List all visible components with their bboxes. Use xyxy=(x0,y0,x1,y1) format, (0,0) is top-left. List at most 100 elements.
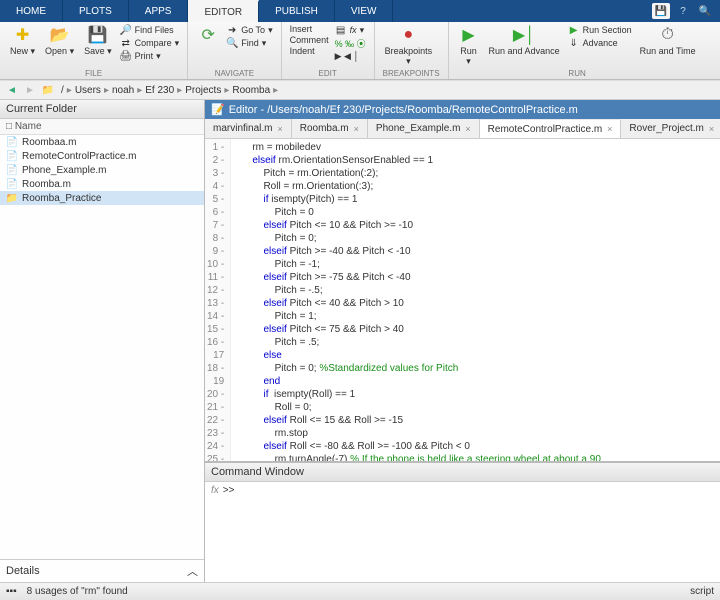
fx-icon: fx xyxy=(211,485,219,496)
main-tab-home[interactable]: HOME xyxy=(0,0,63,22)
main-tab-view[interactable]: VIEW xyxy=(335,0,394,22)
save-quick-icon[interactable]: 💾 xyxy=(652,3,670,19)
command-window: Command Window fx>> xyxy=(205,461,720,582)
main-tab-editor[interactable]: EDITOR xyxy=(188,0,259,22)
save-button[interactable]: 💾Save ▾ xyxy=(82,24,114,57)
current-folder-pane: Current Folder □ Name 📄 Roombaa.m 📄 RemoteC… xyxy=(0,100,205,582)
comment-button[interactable]: Comment xyxy=(290,35,329,45)
new-button[interactable]: ✚New ▾ xyxy=(8,24,37,57)
find-icon: 🔍 xyxy=(226,37,238,49)
comment-tools[interactable]: % ‰ ⦿ xyxy=(335,37,366,50)
mfile-icon: 📄 xyxy=(6,136,18,148)
close-icon[interactable]: × xyxy=(354,124,359,134)
busy-indicator: ▪▪▪ xyxy=(6,586,17,597)
editor-tab-label: Roomba.m xyxy=(300,123,349,134)
new-icon: ✚ xyxy=(13,25,33,45)
indent-tools[interactable]: ▶ ◀ │ xyxy=(335,51,366,62)
editor-tab[interactable]: marvinfinal.m × xyxy=(205,119,292,138)
close-icon[interactable]: × xyxy=(277,124,282,134)
save-icon: 💾 xyxy=(88,25,108,45)
print-icon: 🖨 xyxy=(120,50,132,62)
command-input[interactable]: fx>> xyxy=(205,482,720,582)
breadcrumb-segment[interactable]: Projects xyxy=(182,85,224,96)
file-name: Roombaa.m xyxy=(22,137,76,148)
editor-tab[interactable]: Rover_Project.m× xyxy=(621,119,720,138)
close-icon[interactable]: × xyxy=(709,124,714,134)
print-button[interactable]: 🖨Print ▾ xyxy=(120,50,180,62)
main-tab-plots[interactable]: PLOTS xyxy=(63,0,129,22)
run-section-button[interactable]: ▶Run Section xyxy=(568,24,632,36)
status-mode: script xyxy=(690,586,714,597)
advance-icon: ⇓ xyxy=(568,37,580,49)
address-bar: ◄ ► 📁 / ▸ Users ▸ noah ▸ Ef 230 ▸ Projec… xyxy=(0,80,720,100)
details-header[interactable]: Details︿ xyxy=(0,559,204,582)
navigate-icon: ⟳ xyxy=(198,25,218,45)
editor-tabs: marvinfinal.m×Roomba.m×Phone_Example.m×R… xyxy=(205,119,720,139)
goto-icon: ➜ xyxy=(226,24,238,36)
editor-tab[interactable]: Phone_Example.m × xyxy=(368,119,480,138)
advance-button[interactable]: ⇓Advance xyxy=(568,37,632,49)
file-name: RemoteControlPractice.m xyxy=(22,151,136,162)
breadcrumb-segment[interactable]: Ef 230 xyxy=(142,85,177,96)
compare-button[interactable]: ⇄Compare ▾ xyxy=(120,37,180,49)
breakpoint-icon: ● xyxy=(398,25,418,45)
editor-tab[interactable]: Roomba.m × xyxy=(292,119,368,138)
run-time-icon: ⏱ xyxy=(658,25,678,45)
file-item[interactable]: 📄Roomba.m xyxy=(0,177,204,191)
run-button[interactable]: ▶Run▾ xyxy=(457,24,481,67)
chevron-right-icon: ▸ xyxy=(273,85,278,96)
breadcrumb-segment[interactable]: Users xyxy=(72,85,104,96)
file-name: Phone_Example.m xyxy=(22,165,107,176)
indent-button[interactable]: Indent xyxy=(290,46,329,56)
editor-path: Editor - /Users/noah/Ef 230/Projects/Roo… xyxy=(229,104,578,116)
name-column-header[interactable]: □ Name xyxy=(0,119,204,135)
goto-button[interactable]: ➜Go To ▾ xyxy=(226,24,272,36)
find-files-button[interactable]: 🔎Find Files xyxy=(120,24,180,36)
open-button[interactable]: 📂Open ▾ xyxy=(43,24,76,57)
help-icon[interactable]: ? xyxy=(674,3,692,19)
status-usages: 8 usages of "rm" found xyxy=(27,586,128,597)
run-advance-button[interactable]: ▶│Run and Advance xyxy=(487,24,562,57)
file-name: Roomba_Practice xyxy=(22,193,101,204)
file-item[interactable]: 📁 Roomba_Practice xyxy=(0,191,204,205)
editor-tab[interactable]: RemoteControlPractice.m × xyxy=(480,120,622,139)
editor-tab-label: marvinfinal.m xyxy=(213,123,272,134)
status-bar: ▪▪▪ 8 usages of "rm" found script xyxy=(0,582,720,600)
ribbon: ✚New ▾ 📂Open ▾ 💾Save ▾ 🔎Find Files ⇄Comp… xyxy=(0,22,720,80)
back-icon[interactable]: ◄ xyxy=(4,83,20,97)
run-time-button[interactable]: ⏱Run and Time xyxy=(638,24,698,57)
close-icon[interactable]: × xyxy=(465,124,470,134)
navigate-button[interactable]: ⟳ xyxy=(196,24,220,57)
compare-icon: ⇄ xyxy=(120,37,132,49)
close-icon[interactable]: × xyxy=(607,124,612,134)
editor-title-bar: 📝 Editor - /Users/noah/Ef 230/Projects/Ro… xyxy=(205,100,720,119)
main-tab-apps[interactable]: APPS xyxy=(129,0,189,22)
mfile-icon: 📄 xyxy=(6,150,18,162)
code-body[interactable]: rm = mobiledev elseif rm.OrientationSens… xyxy=(231,139,603,461)
ribbon-group-label: EDIT xyxy=(290,69,366,79)
editor-tab-label: RemoteControlPractice.m xyxy=(488,124,602,135)
breadcrumb-segment[interactable]: noah xyxy=(109,85,137,96)
file-item[interactable]: 📄 Roombaa.m xyxy=(0,135,204,149)
editor-tab-label: Phone_Example.m xyxy=(376,123,461,134)
file-item[interactable]: 📄Phone_Example.m xyxy=(0,163,204,177)
file-item[interactable]: 📄 RemoteControlPractice.m xyxy=(0,149,204,163)
folder-up-icon[interactable]: 📁 xyxy=(40,83,56,97)
folder-icon: 📁 xyxy=(6,192,18,204)
search-quick-icon[interactable]: 🔍 xyxy=(696,3,714,19)
find-button[interactable]: 🔍Find ▾ xyxy=(226,37,272,49)
forward-icon[interactable]: ► xyxy=(22,83,38,97)
code-editor[interactable]: 1 -2 -3 -4 -5 -6 -7 -8 -9 -10 -11 -12 -1… xyxy=(205,139,720,461)
insert-button[interactable]: Insert xyxy=(290,24,329,34)
editor-icon: 📝 xyxy=(211,103,225,116)
section-icon: ▤ xyxy=(335,24,347,36)
main-tab-publish[interactable]: PUBLISH xyxy=(259,0,335,22)
file-list: 📄Roombaa.m📄RemoteControlPractice.m📄Phone… xyxy=(0,135,204,559)
insert-section-button[interactable]: ▤ fx ▾ xyxy=(335,24,366,36)
pane-title: Current Folder xyxy=(0,100,204,119)
ribbon-group-label: BREAKPOINTS xyxy=(383,69,440,79)
breakpoints-button[interactable]: ●Breakpoints▾ xyxy=(383,24,435,67)
breadcrumb-segment[interactable]: / xyxy=(58,85,67,96)
breadcrumb-segment[interactable]: Roomba xyxy=(229,85,273,96)
mfile-icon: 📄 xyxy=(6,178,18,190)
